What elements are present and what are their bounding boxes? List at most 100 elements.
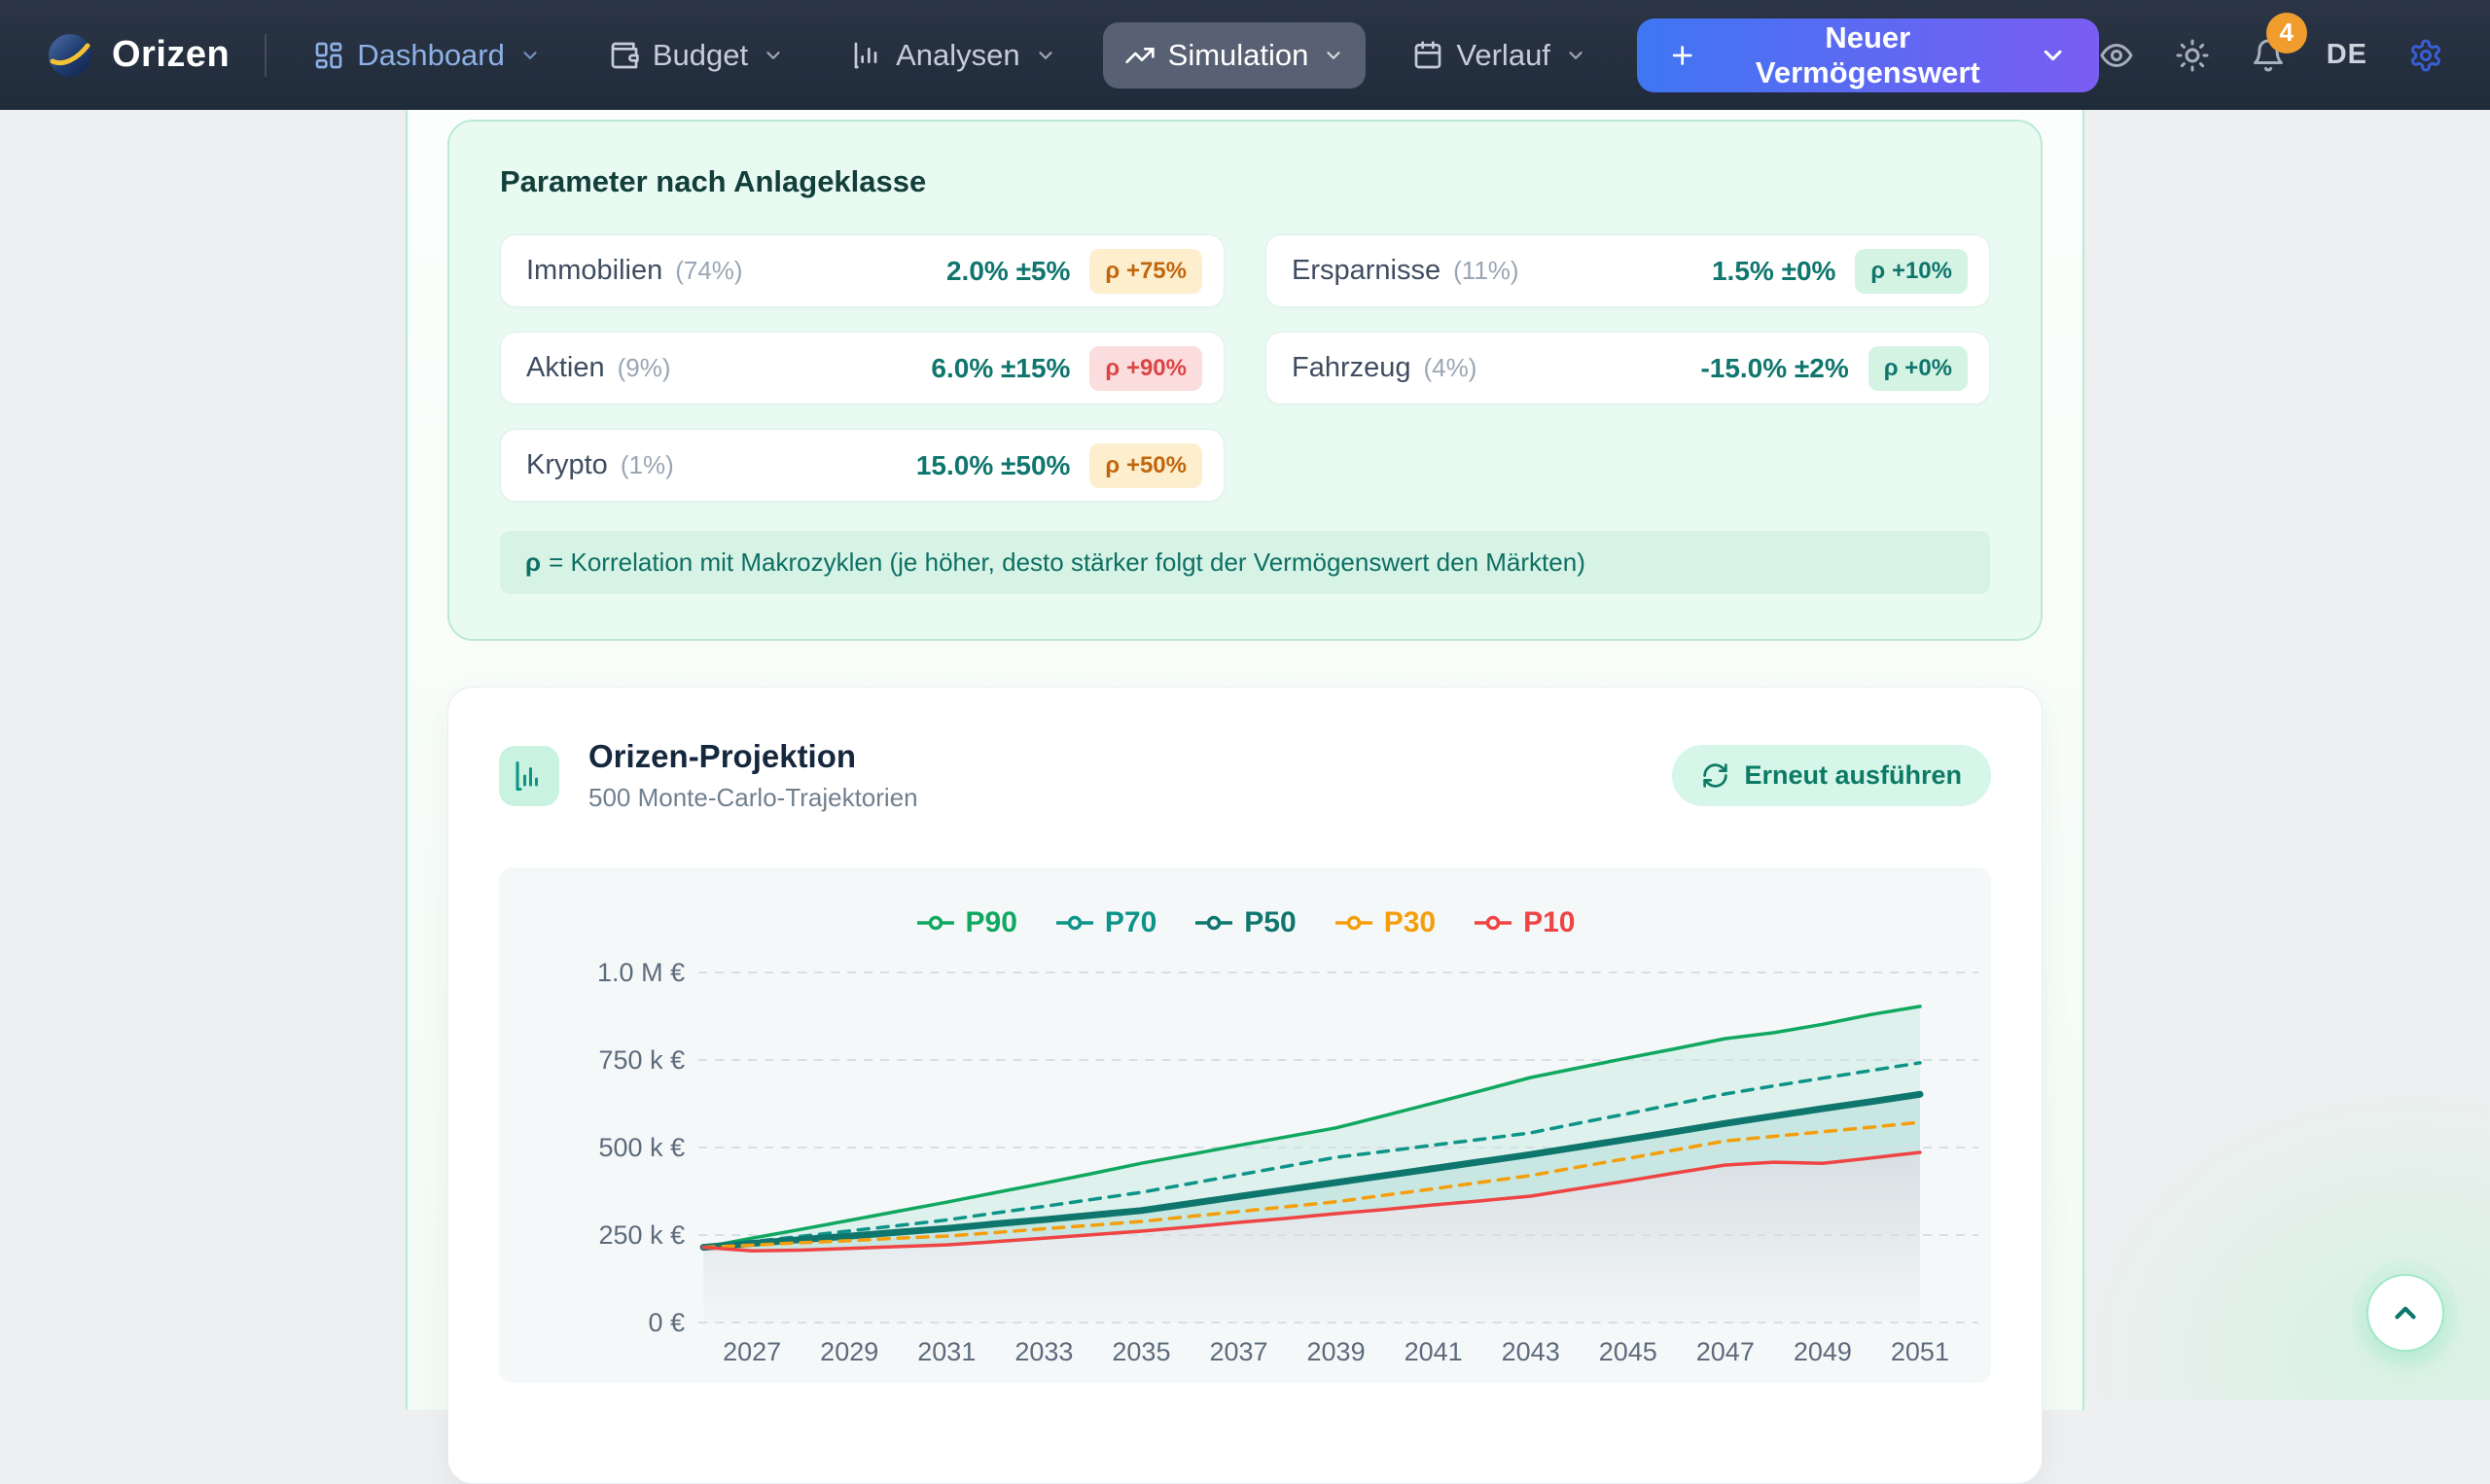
legend-label: P10 (1523, 906, 1575, 939)
legend-item-p30[interactable]: P30 (1334, 906, 1436, 939)
chevron-down-icon (1565, 45, 1586, 66)
legend-marker (1334, 915, 1374, 931)
legend-marker (1193, 915, 1234, 931)
theme-toggle-button[interactable] (2175, 38, 2210, 73)
projection-chart: P90P70P50P30P10 0 €250 k €500 k €750 k €… (499, 867, 1991, 1383)
top-nav: Orizen Dashboard Budget Analysen (0, 0, 2490, 110)
plus-icon (1668, 41, 1696, 70)
nav-item-simulation[interactable]: Simulation (1103, 22, 1367, 88)
projection-chart-svg: 0 €250 k €500 k €750 k €1.0 M €202720292… (499, 867, 1991, 1383)
x-axis-label: 2043 (1502, 1337, 1560, 1366)
nav-label-budget: Budget (653, 38, 748, 73)
bar-chart-icon (852, 40, 883, 71)
legend-label: P30 (1384, 906, 1436, 939)
correlation-badge: ρ +10% (1855, 249, 1968, 294)
asset-return-value: 6.0% ±15% (931, 353, 1070, 384)
correlation-badge: ρ +0% (1868, 346, 1968, 391)
correlation-badge: ρ +50% (1089, 443, 1202, 488)
legend-label: P90 (966, 906, 1017, 939)
x-axis-label: 2041 (1405, 1337, 1463, 1366)
nav-label-simulation: Simulation (1168, 38, 1309, 73)
asset-row-aktien: Aktien (9%) 6.0% ±15% ρ +90% (500, 332, 1225, 405)
projection-card: Orizen-Projektion 500 Monte-Carlo-Trajek… (447, 687, 2043, 1484)
x-axis-label: 2029 (820, 1337, 878, 1366)
asset-share: (1%) (621, 450, 674, 480)
asset-share: (9%) (618, 353, 671, 383)
asset-row-fahrzeug: Fahrzeug (4%) -15.0% ±2% ρ +0% (1265, 332, 1990, 405)
main-container: Parameter nach Anlageklasse Immobilien (… (406, 110, 2084, 1410)
wallet-icon (609, 40, 640, 71)
projection-icon-box (499, 746, 559, 806)
legend-item-p90[interactable]: P90 (915, 906, 1017, 939)
projection-subtitle: 500 Monte-Carlo-Trajektorien (588, 783, 918, 813)
scroll-to-top-button[interactable] (2366, 1274, 2444, 1352)
y-axis-label: 750 k € (599, 1045, 686, 1075)
rho-symbol: ρ (525, 548, 541, 577)
legend-marker (915, 915, 956, 931)
x-axis-label: 2045 (1599, 1337, 1657, 1366)
asset-return-value: 2.0% ±5% (946, 256, 1070, 287)
x-axis-label: 2049 (1794, 1337, 1852, 1366)
chevron-down-icon (1323, 45, 1344, 66)
sun-icon (2175, 38, 2210, 73)
parameters-panel: Parameter nach Anlageklasse Immobilien (… (447, 120, 2043, 641)
trending-up-icon (1124, 40, 1156, 71)
y-axis-label: 250 k € (599, 1220, 686, 1250)
asset-return-value: 15.0% ±50% (916, 450, 1071, 481)
chevron-up-icon (2389, 1296, 2422, 1329)
rerun-label: Erneut ausführen (1744, 760, 1962, 791)
nav-label-verlauf: Verlauf (1456, 38, 1550, 73)
nav-item-budget[interactable]: Budget (587, 22, 805, 88)
chart-legend: P90 P70 P50 P30 P10 (499, 906, 1991, 939)
refresh-icon (1701, 761, 1729, 790)
new-asset-label: Neuer Vermögenswert (1712, 20, 2023, 90)
asset-row-ersparnisse: Ersparnisse (11%) 1.5% ±0% ρ +10% (1265, 234, 1990, 307)
asset-share: (4%) (1424, 353, 1477, 383)
y-axis-label: 500 k € (599, 1133, 686, 1162)
legend-item-p70[interactable]: P70 (1054, 906, 1156, 939)
dashboard-grid-icon (313, 40, 344, 71)
calendar-icon (1412, 40, 1443, 71)
x-axis-label: 2027 (723, 1337, 781, 1366)
nav-separator (265, 34, 267, 77)
page-background: Parameter nach Anlageklasse Immobilien (… (0, 110, 2490, 1400)
privacy-eye-button[interactable] (2099, 38, 2134, 73)
y-axis-label: 0 € (649, 1308, 686, 1337)
nav-label-analysen: Analysen (896, 38, 1020, 73)
x-axis-label: 2033 (1014, 1337, 1073, 1366)
x-axis-label: 2051 (1891, 1337, 1949, 1366)
nav-right-actions: 4 DE (2099, 38, 2443, 73)
rerun-button[interactable]: Erneut ausführen (1672, 745, 1991, 806)
parameters-grid: Immobilien (74%) 2.0% ±5% ρ +75% Ersparn… (500, 234, 1990, 502)
nav-item-analysen[interactable]: Analysen (831, 22, 1078, 88)
settings-button[interactable] (2408, 38, 2443, 73)
brand-name: Orizen (112, 34, 230, 76)
locale-switcher[interactable]: DE (2327, 39, 2367, 71)
brand[interactable]: Orizen (47, 32, 230, 79)
correlation-badge: ρ +75% (1089, 249, 1202, 294)
parameters-title: Parameter nach Anlageklasse (500, 164, 1990, 199)
notifications-button[interactable]: 4 (2251, 38, 2286, 73)
new-asset-button[interactable]: Neuer Vermögenswert (1637, 18, 2099, 92)
gear-icon (2408, 38, 2443, 73)
asset-share: (74%) (675, 256, 742, 286)
nav-item-verlauf[interactable]: Verlauf (1391, 22, 1608, 88)
asset-return-value: 1.5% ±0% (1712, 256, 1835, 287)
nav-item-dashboard[interactable]: Dashboard (292, 22, 562, 88)
projection-title: Orizen-Projektion (588, 738, 918, 775)
chevron-down-icon (2039, 41, 2067, 70)
x-axis-label: 2047 (1696, 1337, 1755, 1366)
asset-name: Ersparnisse (1292, 255, 1441, 287)
asset-share: (11%) (1453, 256, 1518, 286)
chevron-down-icon (1035, 45, 1056, 66)
legend-marker (1054, 915, 1095, 931)
legend-label: P50 (1244, 906, 1296, 939)
correlation-note: ρ= Korrelation mit Makrozyklen (je höher… (500, 531, 1990, 594)
x-axis-label: 2037 (1209, 1337, 1267, 1366)
legend-item-p10[interactable]: P10 (1473, 906, 1575, 939)
x-axis-label: 2031 (917, 1337, 976, 1366)
main-menu: Dashboard Budget Analysen Simulation (292, 22, 1608, 88)
legend-item-p50[interactable]: P50 (1193, 906, 1296, 939)
notification-badge: 4 (2266, 13, 2307, 53)
asset-name: Krypto (526, 449, 608, 481)
